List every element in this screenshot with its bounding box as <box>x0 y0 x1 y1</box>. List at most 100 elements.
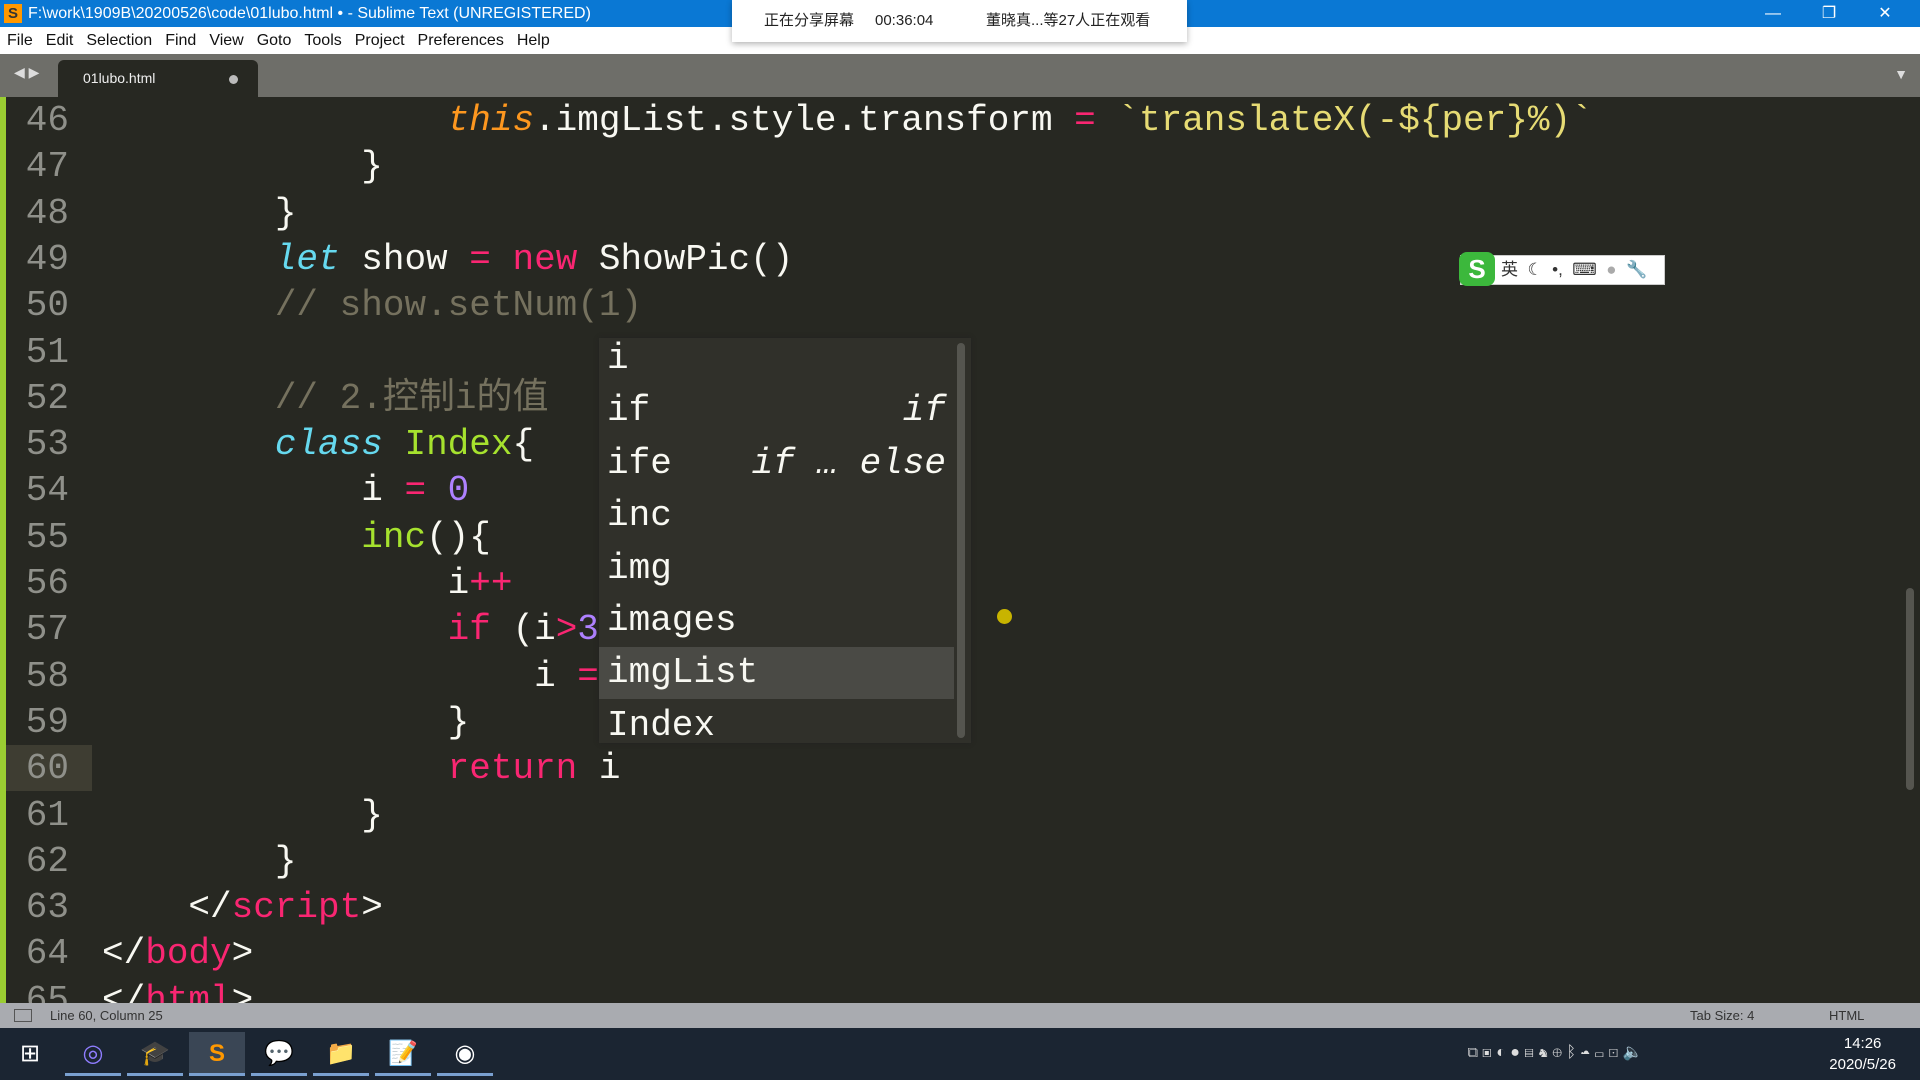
keyboard-icon[interactable]: ⌨ <box>1568 260 1597 279</box>
line-number: 58 <box>25 655 69 697</box>
line-number: 49 <box>25 238 69 280</box>
ime-mode[interactable]: 英 <box>1501 260 1518 279</box>
notepad-icon[interactable]: 📝 <box>375 1032 431 1076</box>
menu-file[interactable]: File <box>7 32 33 49</box>
sogou-logo-icon[interactable]: S <box>1459 252 1495 286</box>
chrome-icon[interactable]: ◉ <box>437 1032 493 1076</box>
line-number: 56 <box>25 563 69 604</box>
line-number: 62 <box>25 840 69 882</box>
code-token: this <box>447 100 535 141</box>
menu-tools[interactable]: Tools <box>304 32 341 49</box>
code-token: } <box>102 192 297 234</box>
autocomplete-scrollbar[interactable] <box>957 343 965 738</box>
code-text: } <box>102 839 297 885</box>
code-token: > <box>555 609 578 651</box>
code-token: i <box>102 563 470 604</box>
autocomplete-item[interactable]: if if <box>599 385 954 437</box>
code-token: body <box>145 933 232 975</box>
autocomplete-item[interactable]: imgList <box>599 647 954 700</box>
wrench-icon[interactable]: 🔧 <box>1621 260 1647 279</box>
tab-01lubo[interactable]: 01lubo.html <box>58 60 258 97</box>
autocomplete-item[interactable]: images <box>599 595 954 647</box>
autocomplete-label: inc <box>607 495 672 537</box>
tab-label: 01lubo.html <box>83 70 156 86</box>
autocomplete-item[interactable]: img <box>599 543 954 595</box>
autocomplete-label: images <box>607 600 737 641</box>
clock[interactable]: 14:26 2020/5/26 <box>1829 1033 1896 1075</box>
code-token: 0 <box>447 470 470 512</box>
clock-date: 2020/5/26 <box>1829 1056 1896 1073</box>
vertical-scrollbar[interactable] <box>1906 588 1914 790</box>
menu-edit[interactable]: Edit <box>46 32 74 49</box>
tray-icons[interactable]: ⧉ ▣ ◐ ● ▤ ♞ ⊕ ᛒ ☁ ▭ ⊡ 🔈 <box>1468 1042 1643 1062</box>
code-text: } <box>102 700 470 746</box>
punctuation-icon[interactable]: •, <box>1547 260 1563 279</box>
line-number: 52 <box>25 377 69 419</box>
code-token: } <box>102 840 297 882</box>
menu-selection[interactable]: Selection <box>86 32 152 49</box>
cortana-icon[interactable]: ◎ <box>65 1032 121 1076</box>
wechat-icon[interactable]: 💬 <box>251 1032 307 1076</box>
share-viewers[interactable]: 董晓真...等27人正在观看 <box>986 0 1150 42</box>
user-icon[interactable]: ● <box>1602 260 1616 279</box>
code-token: html <box>145 979 232 1003</box>
file-explorer-icon[interactable]: 📁 <box>313 1032 369 1076</box>
taskbar: ⊞ ◎ 🎓 S 💬 📁 📝 ◉ ⧉ ▣ ◐ ● ▤ ♞ ⊕ ᛒ ☁ ▭ ⊡ 🔈 … <box>0 1028 1920 1080</box>
moon-icon[interactable]: ☾ <box>1523 260 1542 279</box>
close-button[interactable]: ✕ <box>1857 0 1913 27</box>
autocomplete-label: Index <box>607 704 716 746</box>
autocomplete-item[interactable]: i <box>599 333 954 385</box>
code-token: = <box>577 655 599 697</box>
menu-goto[interactable]: Goto <box>257 32 292 49</box>
menu-find[interactable]: Find <box>165 32 196 49</box>
code-text: this.imgList.style.transform = `translat… <box>102 98 1593 144</box>
code-token: .imgList.style.transform <box>534 100 1075 141</box>
line-number: 54 <box>25 470 69 512</box>
code-text: // show.setNum(1) <box>102 283 642 329</box>
code-token: (){ <box>426 516 491 558</box>
tab-size[interactable]: Tab Size: 4 <box>1690 1003 1754 1028</box>
mouse-cursor-highlight <box>997 609 1012 624</box>
autocomplete-item[interactable]: inc <box>599 490 954 542</box>
sublime-text-icon[interactable]: S <box>189 1032 245 1076</box>
code-token: > <box>361 887 383 929</box>
code-text: inc(){ <box>102 515 491 561</box>
cursor-position: Line 60, Column 25 <box>50 1008 163 1023</box>
line-number: 65 <box>25 979 69 1003</box>
graduation-cap-icon[interactable]: 🎓 <box>127 1032 183 1076</box>
code-token: ++ <box>469 563 513 604</box>
menu-help[interactable]: Help <box>517 32 550 49</box>
panel-toggle-icon[interactable] <box>14 1009 32 1022</box>
tab-dropdown-icon[interactable]: ▼ <box>1894 66 1908 82</box>
code-token: } <box>102 794 383 836</box>
menu-project[interactable]: Project <box>355 32 405 49</box>
code-token: show <box>339 238 470 280</box>
restore-button[interactable]: ❐ <box>1801 0 1857 27</box>
code-token: </ <box>102 887 232 929</box>
code-token: return <box>447 748 578 790</box>
syntax-mode[interactable]: HTML <box>1829 1003 1864 1028</box>
code-token: // 2.控制i的值 <box>274 377 549 419</box>
start-icon[interactable]: ⊞ <box>2 1032 58 1076</box>
menu-view[interactable]: View <box>209 32 243 49</box>
screen-share-overlay: 正在分享屏幕 00:36:04 董晓真...等27人正在观看 <box>732 0 1187 42</box>
code-token: = <box>404 470 427 512</box>
autocomplete-hint: if <box>902 390 946 432</box>
code-token: = <box>1074 100 1096 141</box>
code-token: inc <box>361 516 427 558</box>
menu-preferences[interactable]: Preferences <box>418 32 504 49</box>
tab-nav-arrows-icon[interactable]: ◀ ▶ <box>14 64 39 81</box>
autocomplete-item[interactable]: ife if … else <box>599 438 954 490</box>
code-token: = <box>469 238 491 280</box>
autocomplete-item[interactable]: Index <box>599 700 954 752</box>
code-text: return i <box>102 746 621 792</box>
code-token: </ <box>102 979 146 1003</box>
code-text: i++ <box>102 561 513 607</box>
autocomplete-hint: if … else <box>751 442 946 484</box>
minimize-button[interactable]: — <box>1745 0 1801 27</box>
autocomplete-popup: i if if ife if … else inc img images imgList Inde… <box>599 338 971 746</box>
modified-dot-icon[interactable] <box>229 75 238 84</box>
